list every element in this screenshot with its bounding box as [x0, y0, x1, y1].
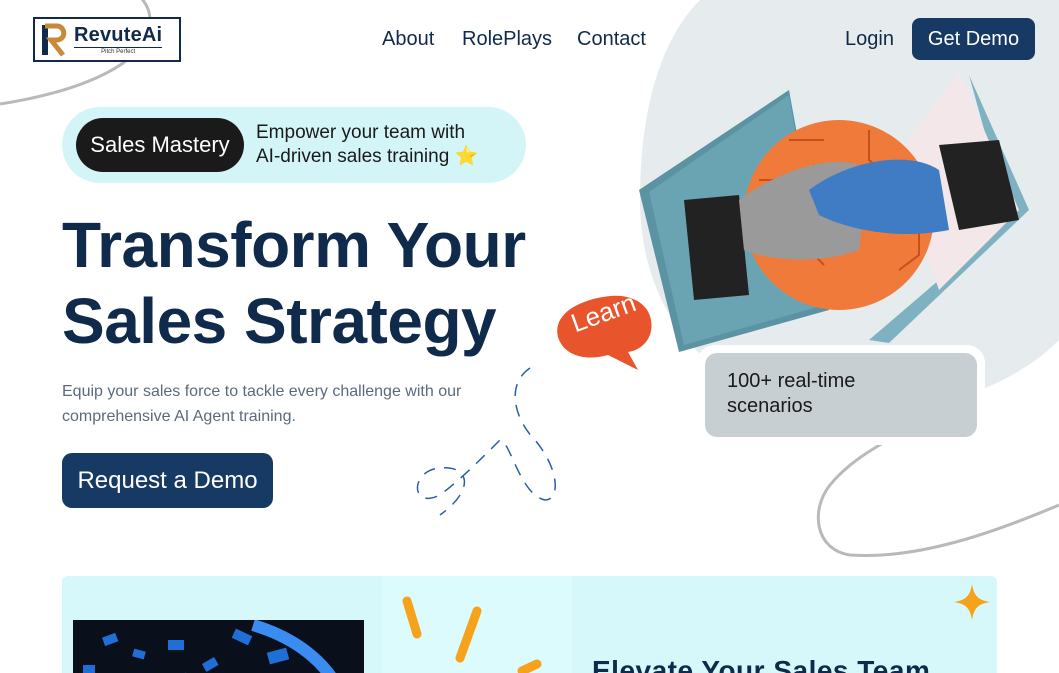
brand-logo[interactable]: RevuteAi Pitch Perfect — [33, 17, 181, 62]
nav-link-contact[interactable]: Contact — [577, 28, 646, 51]
lower-section-heading: Elevate Your Sales Team — [592, 655, 931, 673]
nav-link-roleplays[interactable]: RolePlays — [462, 28, 552, 51]
badge-line-2: AI-driven sales training ⭐ — [256, 146, 479, 167]
badge-line-1: Empower your team with — [256, 122, 466, 143]
sales-mastery-tag: Sales Mastery — [76, 118, 244, 172]
hero-subtitle-line-1: Equip your sales force to tackle every c… — [62, 383, 462, 400]
features-section: Elevate Your Sales Team — [62, 576, 997, 673]
hero-title-line-1: Transform Your — [62, 209, 526, 281]
get-demo-button[interactable]: Get Demo — [912, 18, 1035, 60]
hero-title: Transform Your Sales Strategy — [62, 207, 526, 359]
brand-name: RevuteAi — [74, 23, 163, 46]
orange-dash-decoration — [382, 576, 572, 673]
nav-link-about[interactable]: About — [382, 28, 434, 51]
hero-title-line-2: Sales Strategy — [62, 285, 497, 357]
logo-r-icon — [41, 23, 71, 57]
badge-description: Empower your team with AI-driven sales t… — [256, 121, 478, 169]
hero-subtitle: Equip your sales force to tackle every c… — [62, 379, 522, 429]
login-link[interactable]: Login — [845, 28, 894, 51]
hero-subtitle-line-2: comprehensive AI Agent training. — [62, 408, 296, 425]
brand-tagline: Pitch Perfect — [74, 46, 163, 56]
scenario-card-text: 100+ real-time scenarios — [705, 353, 977, 437]
scenario-line-1: 100+ real-time — [727, 370, 856, 392]
scenario-line-2: scenarios — [727, 395, 813, 417]
request-demo-button[interactable]: Request a Demo — [62, 453, 273, 508]
sparkle-icon — [954, 584, 990, 620]
abstract-cubes-image — [73, 620, 364, 673]
